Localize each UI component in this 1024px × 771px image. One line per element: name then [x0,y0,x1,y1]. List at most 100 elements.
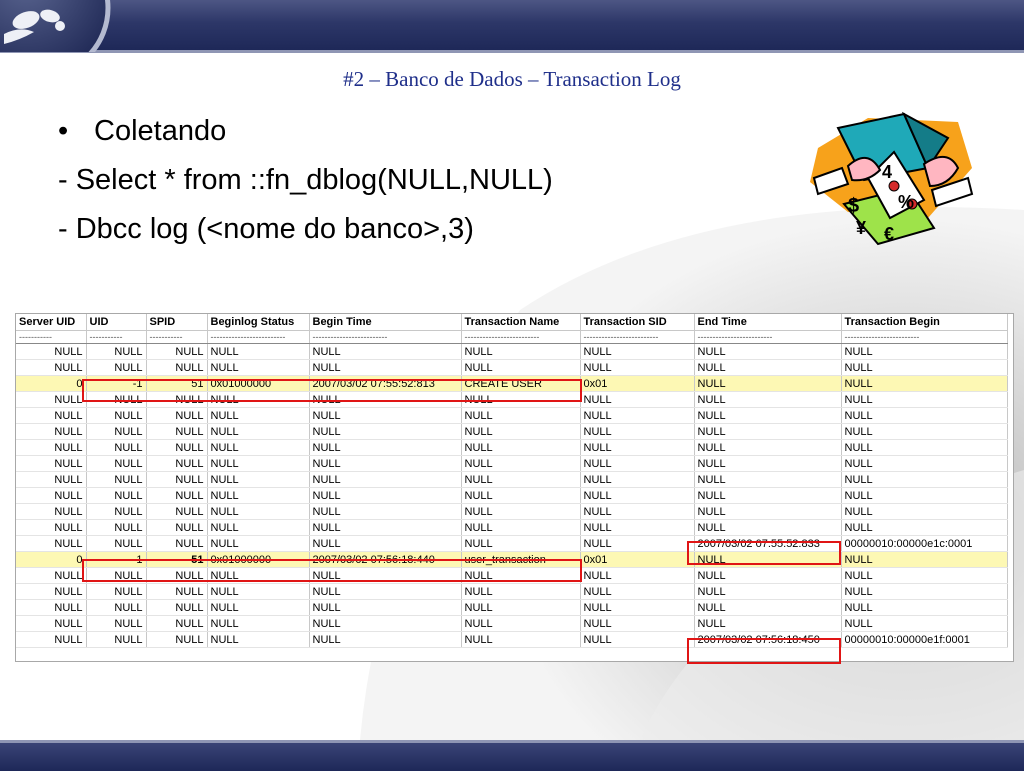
table-cell: NULL [16,519,87,536]
table-row[interactable]: NULL NULL NULL NULL NULL NULL NULL NULL NULL [16,343,1008,360]
table-row[interactable]: NULL NULL NULL NULL NULL NULL NULL 2007/03/02 0… [16,535,1008,552]
table-cell: NULL [309,631,462,648]
yen-symbol: ¥ [856,218,866,238]
column-header[interactable]: End Time [694,314,842,331]
table-row[interactable]: NULL NULL NULL NULL NULL NULL NULL NULL NULL [16,439,1008,456]
table-cell: NULL [207,599,310,616]
separator-cell: ------------------------- [207,330,310,344]
table-cell: NULL [146,359,208,376]
highlight-box-create-user [82,379,582,402]
table-cell: NULL [580,615,695,632]
table-cell: NULL [309,439,462,456]
table-cell: NULL [694,423,842,440]
table-cell: NULL [146,631,208,648]
table-cell: NULL [309,615,462,632]
table-cell: NULL [580,583,695,600]
table-cell: NULL [580,535,695,552]
table-cell: NULL [16,423,87,440]
footer-bar [0,740,1024,771]
table-cell: NULL [86,407,147,424]
table-cell: NULL [694,599,842,616]
table-cell: NULL [309,503,462,520]
table-cell: NULL [461,519,581,536]
table-cell: NULL [86,519,147,536]
column-header[interactable]: Server UID [16,314,87,331]
table-cell: NULL [841,615,1008,632]
column-header[interactable]: Begin Time [309,314,462,331]
table-cell: NULL [86,423,147,440]
table-cell: NULL [207,631,310,648]
table-row[interactable]: NULL NULL NULL NULL NULL NULL NULL NULL NULL [16,359,1008,376]
column-header[interactable]: Transaction Name [461,314,581,331]
dollar-symbol: $ [848,195,859,217]
table-cell: NULL [16,455,87,472]
table-cell: NULL [580,439,695,456]
table-cell: NULL [694,471,842,488]
table-cell: NULL [146,503,208,520]
table-cell: NULL [580,631,695,648]
table-row[interactable]: NULL NULL NULL NULL NULL NULL NULL NULL NULL [16,423,1008,440]
separator-cell: ------------------------- [461,330,581,344]
table-row[interactable]: NULL NULL NULL NULL NULL NULL NULL NULL NULL [16,471,1008,488]
table-cell: NULL [16,471,87,488]
table-cell: NULL [146,583,208,600]
table-row[interactable]: NULL NULL NULL NULL NULL NULL NULL NULL NULL [16,599,1008,616]
table-header-row: Server UID UID SPID Beginlog Status Begi… [16,314,1008,331]
table-cell: NULL [309,455,462,472]
table-cell: NULL [146,519,208,536]
bullet-item: • Coletando [58,112,553,161]
table-cell: NULL [309,407,462,424]
column-header[interactable]: Beginlog Status [207,314,310,331]
table-cell: NULL [841,343,1008,360]
table-cell: NULL [207,423,310,440]
separator-cell: ------------------------- [580,330,695,344]
table-cell: NULL [841,439,1008,456]
table-cell: NULL [16,407,87,424]
table-cell: NULL [86,583,147,600]
table-cell: NULL [207,407,310,424]
table-row[interactable]: NULL NULL NULL NULL NULL NULL NULL NULL NULL [16,503,1008,520]
column-header[interactable]: Transaction SID [580,314,695,331]
column-header[interactable]: SPID [146,314,208,331]
table-cell: NULL [694,503,842,520]
table-cell: NULL [16,439,87,456]
table-cell: NULL [461,631,581,648]
table-cell: NULL [207,487,310,504]
table-cell: NULL [207,471,310,488]
table-cell: NULL [580,567,695,584]
table-cell: NULL [146,423,208,440]
table-cell: NULL [207,359,310,376]
table-cell: NULL [461,471,581,488]
table-cell: NULL [580,455,695,472]
table-row[interactable]: NULL NULL NULL NULL NULL NULL NULL NULL NULL [16,583,1008,600]
bullet-text: - Dbcc log (<nome do banco>,3) [58,213,474,245]
table-cell: NULL [580,471,695,488]
table-cell: NULL [841,583,1008,600]
transaction-log-table-screenshot: Server UID UID SPID Beginlog Status Begi… [15,313,1014,662]
table-cell: NULL [461,615,581,632]
column-header[interactable]: Transaction Begin [841,314,1008,331]
table-cell: NULL [694,583,842,600]
table-cell: NULL [309,583,462,600]
table-row[interactable]: NULL NULL NULL NULL NULL NULL NULL NULL NULL [16,519,1008,536]
table-cell: NULL [146,487,208,504]
table-row[interactable]: NULL NULL NULL NULL NULL NULL NULL 2007/03/02 0… [16,631,1008,648]
separator-cell: ----------- [86,330,147,344]
table-cell: NULL [841,503,1008,520]
table-cell: NULL [580,423,695,440]
table-row[interactable]: NULL NULL NULL NULL NULL NULL NULL NULL NULL [16,455,1008,472]
table-cell: NULL [841,551,1008,568]
table-cell: NULL [16,567,87,584]
table-cell: NULL [841,359,1008,376]
table-row[interactable]: NULL NULL NULL NULL NULL NULL NULL NULL NULL [16,407,1008,424]
table-row[interactable]: NULL NULL NULL NULL NULL NULL NULL NULL NULL [16,615,1008,632]
column-header[interactable]: UID [86,314,147,331]
table-cell: NULL [580,343,695,360]
table-cell: NULL [694,375,842,392]
table-cell: NULL [86,471,147,488]
table-cell: NULL [16,615,87,632]
table-row[interactable]: NULL NULL NULL NULL NULL NULL NULL NULL NULL [16,487,1008,504]
table-cell: NULL [694,519,842,536]
table-cell: NULL [16,487,87,504]
table-cell: NULL [146,615,208,632]
